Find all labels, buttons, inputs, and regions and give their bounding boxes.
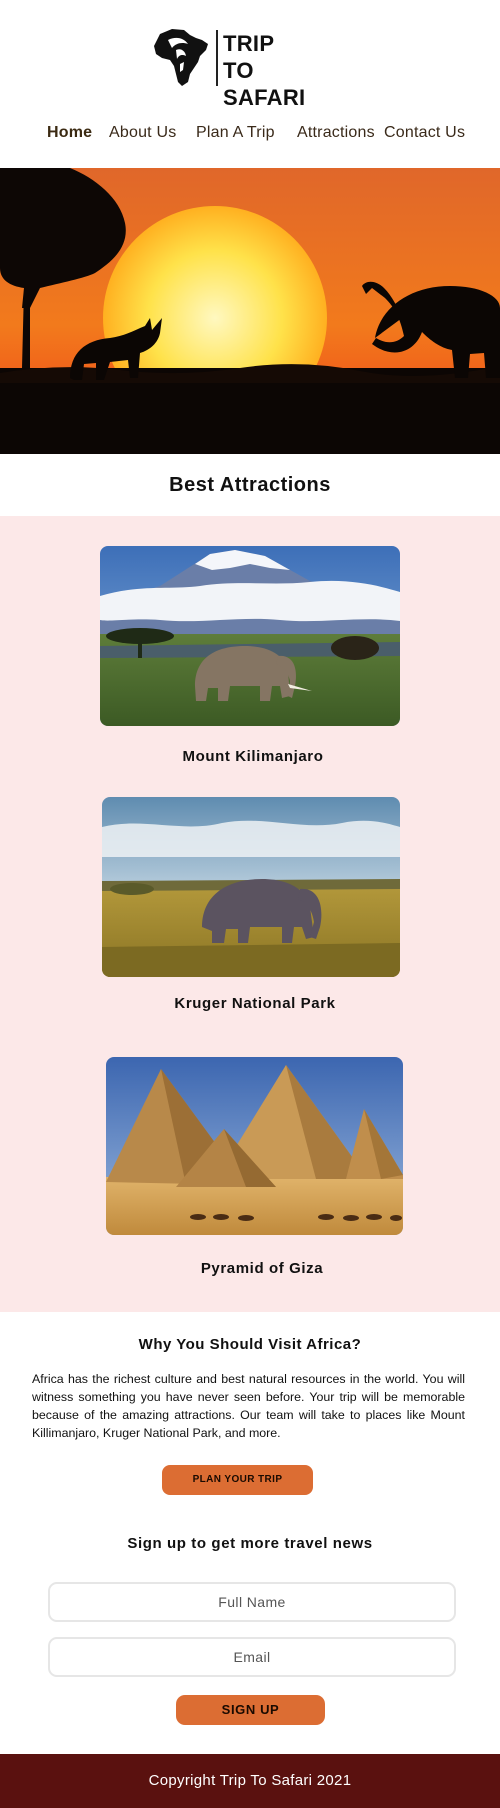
best-attractions-title: Best Attractions <box>169 474 331 496</box>
why-visit-title: Why You Should Visit Africa? <box>138 1336 362 1353</box>
card-caption-giza: Pyramid of Giza <box>200 1260 324 1277</box>
full-name-input[interactable] <box>48 1582 456 1622</box>
africa-logo-icon <box>154 29 208 86</box>
hero-image <box>0 168 500 454</box>
nav-plan-a-trip[interactable]: Plan A Trip <box>196 124 275 142</box>
nav-home[interactable]: Home <box>47 124 92 142</box>
kilimanjaro-image[interactable] <box>100 546 400 726</box>
sign-up-button[interactable]: SIGN UP <box>176 1695 325 1725</box>
kruger-park-image[interactable] <box>102 797 400 977</box>
brand-name: TRIP TO SAFARI <box>223 30 310 111</box>
card-caption-kilimanjaro: Mount Kilimanjaro <box>182 748 324 765</box>
nav-about-us[interactable]: About Us <box>109 124 176 142</box>
brand-logo[interactable]: TRIP TO SAFARI <box>150 26 310 110</box>
nav-contact-us[interactable]: Contact Us <box>384 124 465 142</box>
pyramid-of-giza-image[interactable] <box>106 1057 403 1235</box>
email-input[interactable] <box>48 1637 456 1677</box>
copyright-text: Copyright Trip To Safari 2021 <box>148 1772 352 1789</box>
card-caption-kruger: Kruger National Park <box>174 995 336 1012</box>
plan-your-trip-button[interactable]: PLAN YOUR TRIP <box>162 1465 313 1495</box>
nav-attractions[interactable]: Attractions <box>297 124 375 142</box>
why-visit-text: Africa has the richest culture and best … <box>32 1372 465 1440</box>
logo-divider <box>216 30 218 86</box>
signup-title: Sign up to get more travel news <box>127 1535 373 1552</box>
footer: Copyright Trip To Safari 2021 <box>0 1754 500 1808</box>
brand-line-2: SAFARI <box>223 85 306 110</box>
brand-line-1: TRIP TO <box>223 31 274 83</box>
main-nav: Home About Us Plan A Trip Attractions Co… <box>0 124 500 146</box>
